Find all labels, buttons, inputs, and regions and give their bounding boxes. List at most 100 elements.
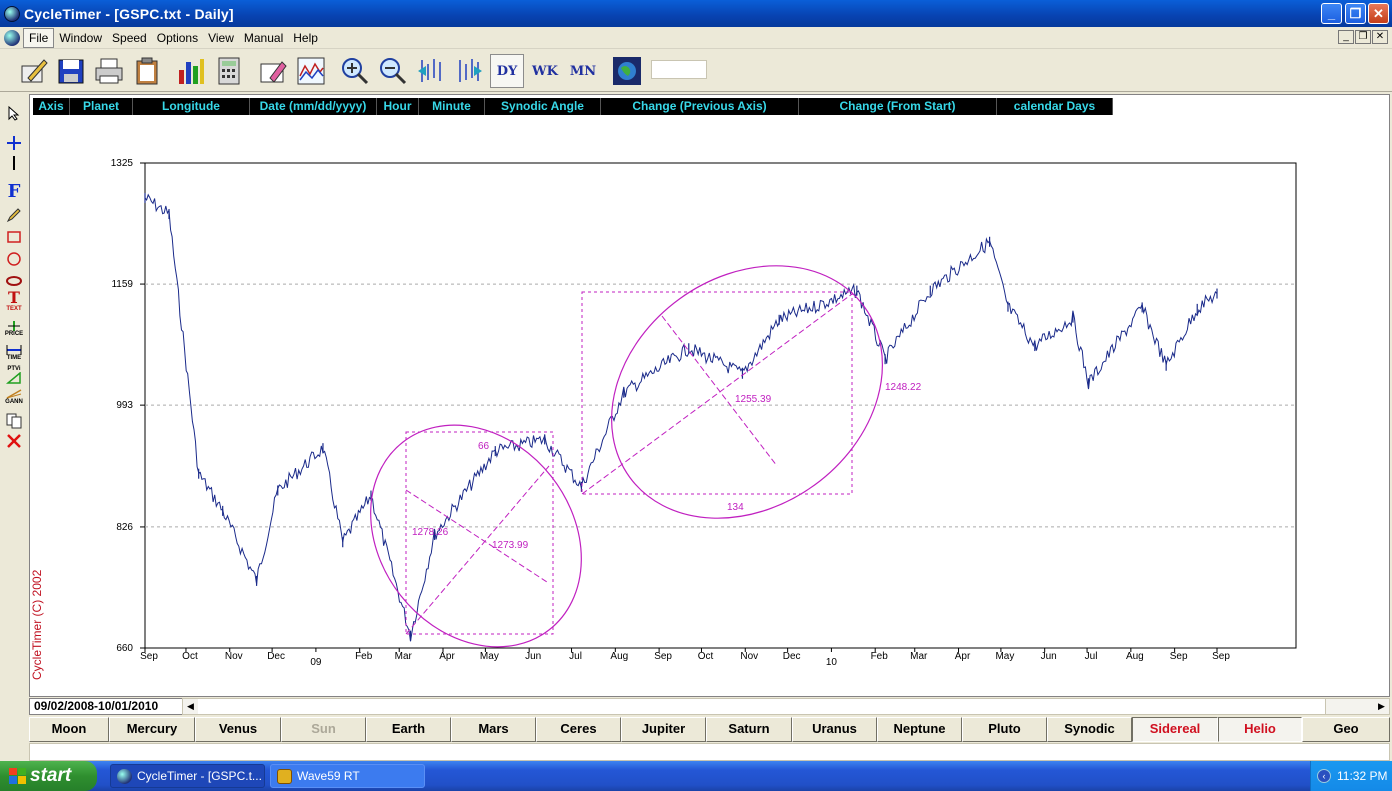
x-tick-label: Apr xyxy=(439,651,455,662)
menu-manual[interactable]: Manual xyxy=(239,29,288,47)
time-tool-icon[interactable]: TIME xyxy=(4,343,24,363)
y-tick-label: 993 xyxy=(116,400,133,411)
scroll-left-icon[interactable] xyxy=(414,54,448,88)
time-tool-label: TIME xyxy=(6,355,22,361)
planet-button-earth[interactable]: Earth xyxy=(366,717,451,742)
mdi-restore-button[interactable]: ❐ xyxy=(1355,30,1371,44)
clipboard-icon[interactable] xyxy=(130,54,164,88)
clock: 11:32 PM xyxy=(1337,769,1388,783)
planet-button-saturn[interactable]: Saturn xyxy=(706,717,792,742)
cycletimer-globe-icon xyxy=(117,769,132,784)
menu-file[interactable]: File xyxy=(23,27,55,48)
monthly-icon[interactable]: MN xyxy=(566,54,600,88)
y-axis: 660 826 993 1159 1325 xyxy=(111,158,145,654)
task-wave59[interactable]: Wave59 RT xyxy=(270,764,425,788)
date-range: 09/02/2008-10/01/2010 xyxy=(34,699,159,713)
gann-tool-icon[interactable]: GANN xyxy=(4,387,24,407)
sidereal-button[interactable]: Sidereal xyxy=(1132,717,1218,742)
scroll-right-icon[interactable] xyxy=(452,54,486,88)
close-button[interactable]: ✕ xyxy=(1368,3,1389,24)
daily-icon[interactable]: DY xyxy=(490,54,524,88)
menu-options[interactable]: Options xyxy=(152,29,203,47)
weekly-icon[interactable]: WK xyxy=(528,54,562,88)
toolbar-text-field[interactable] xyxy=(651,60,707,79)
task-wave59-label: Wave59 RT xyxy=(297,769,360,783)
x-tick-label: Feb xyxy=(355,651,373,662)
planet-button-mercury[interactable]: Mercury xyxy=(109,717,195,742)
x-tick-label: Sep xyxy=(1212,651,1230,662)
cycle-ellipse-2[interactable] xyxy=(562,214,932,571)
price-chart[interactable]: 660 826 993 1159 1325 Sep Oct Nov Dec 09 Feb Mar Ap… xyxy=(29,94,1390,694)
zoom-out-icon[interactable] xyxy=(376,54,410,88)
y-tick-label: 1159 xyxy=(111,279,133,290)
mdi-minimize-button[interactable]: _ xyxy=(1338,30,1354,44)
y-tick-label: 826 xyxy=(116,522,133,533)
scroll-thumb[interactable] xyxy=(198,699,1326,714)
menu-window[interactable]: Window xyxy=(54,29,107,47)
planet-button-mars[interactable]: Mars xyxy=(451,717,536,742)
globe-icon[interactable] xyxy=(610,54,644,88)
x-tick-label: Nov xyxy=(740,651,758,662)
price-tool-icon[interactable]: PRICE xyxy=(4,319,24,339)
text-tool-icon[interactable]: T TEXT xyxy=(4,290,24,313)
menu-help[interactable]: Help xyxy=(288,29,323,47)
fibonacci-icon[interactable]: F xyxy=(4,181,24,202)
calculator-icon[interactable] xyxy=(212,54,246,88)
save-icon[interactable] xyxy=(54,54,88,88)
annotation-label: 1278.26 xyxy=(412,527,449,538)
x-tick-label: Sep xyxy=(140,651,158,662)
menu-speed[interactable]: Speed xyxy=(107,29,152,47)
planet-button-venus[interactable]: Venus xyxy=(195,717,281,742)
mdi-controls: _ ❐ ✕ xyxy=(1338,30,1388,44)
edit-icon[interactable] xyxy=(16,54,50,88)
y-tick-label: 660 xyxy=(116,643,133,654)
text-tool-label: TEXT xyxy=(6,306,22,312)
cycle-cross-2 xyxy=(661,315,778,467)
bar-chart-icon[interactable] xyxy=(174,54,208,88)
x-tick-label: Dec xyxy=(783,651,801,662)
document-globe-icon[interactable] xyxy=(4,29,20,46)
planet-button-sun[interactable]: Sun xyxy=(281,717,366,742)
planet-button-jupiter[interactable]: Jupiter xyxy=(621,717,706,742)
pencil-icon[interactable] xyxy=(4,205,24,225)
planet-button-uranus[interactable]: Uranus xyxy=(792,717,877,742)
copy-icon[interactable] xyxy=(4,411,24,431)
zoom-in-icon[interactable] xyxy=(338,54,372,88)
maximize-button[interactable]: ❐ xyxy=(1345,3,1366,24)
delete-icon[interactable] xyxy=(4,431,24,451)
helio-button[interactable]: Helio xyxy=(1218,717,1302,742)
mdi-close-button[interactable]: ✕ xyxy=(1372,30,1388,44)
horizontal-scrollbar[interactable]: ◀ ▶ xyxy=(182,698,1390,715)
scroll-left-arrow-icon[interactable]: ◀ xyxy=(183,699,198,714)
x-tick-label: May xyxy=(995,651,1014,662)
pointer-icon[interactable] xyxy=(4,103,24,123)
tray-arrow-icon[interactable]: ‹ xyxy=(1317,769,1331,783)
annotation-label: 1248.22 xyxy=(885,382,922,393)
vertical-line-icon[interactable] xyxy=(4,153,24,173)
annotation-label: 134 xyxy=(727,502,744,513)
planet-button-moon[interactable]: Moon xyxy=(29,717,109,742)
planet-button-pluto[interactable]: Pluto xyxy=(962,717,1047,742)
monthly-label: MN xyxy=(569,63,597,79)
task-cycletimer[interactable]: CycleTimer - [GSPC.t... xyxy=(110,764,265,788)
wave-chart-icon[interactable] xyxy=(294,54,328,88)
price-series xyxy=(144,193,1218,642)
minimize-button[interactable]: _ xyxy=(1321,3,1342,24)
print-icon[interactable] xyxy=(92,54,126,88)
eraser-icon[interactable] xyxy=(256,54,290,88)
scroll-right-arrow-icon[interactable]: ▶ xyxy=(1374,699,1389,714)
synodic-button[interactable]: Synodic xyxy=(1047,717,1132,742)
start-button[interactable]: start xyxy=(0,761,97,791)
planet-button-ceres[interactable]: Ceres xyxy=(536,717,621,742)
circle-icon[interactable] xyxy=(4,249,24,269)
x-tick-label: Feb xyxy=(871,651,889,662)
rectangle-icon[interactable] xyxy=(4,227,24,247)
app-globe-icon[interactable] xyxy=(4,5,20,22)
geo-button[interactable]: Geo xyxy=(1302,717,1390,742)
system-tray: ‹ 11:32 PM xyxy=(1310,761,1392,791)
annotation-labels: 66 1273.99 1278.26 1255.39 134 1248.22 xyxy=(412,382,922,551)
planet-button-neptune[interactable]: Neptune xyxy=(877,717,962,742)
ptvi-tool-icon[interactable]: PTVi xyxy=(4,365,24,385)
menu-view[interactable]: View xyxy=(203,29,239,47)
crosshair-icon[interactable] xyxy=(4,133,24,153)
